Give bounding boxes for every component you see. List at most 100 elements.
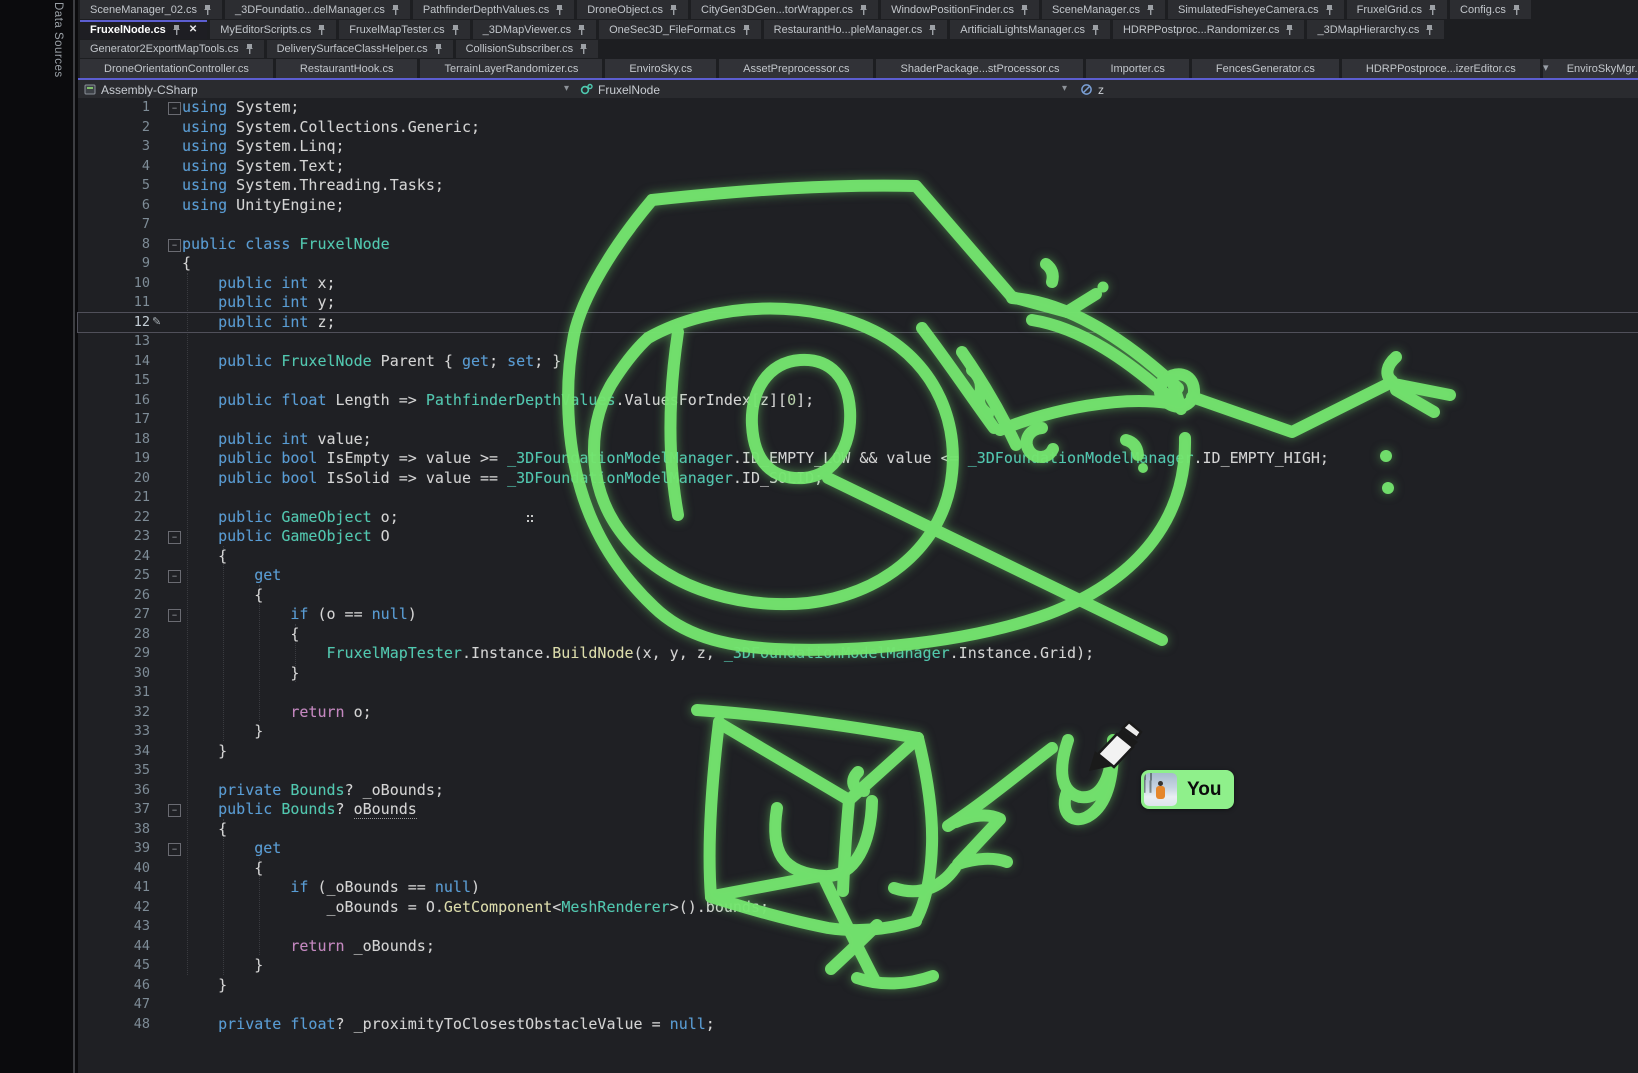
fold-collapse-icon[interactable]: − bbox=[168, 531, 181, 544]
line-number[interactable]: 8 bbox=[78, 235, 150, 255]
code-line-31[interactable]: 31 bbox=[78, 683, 1638, 703]
line-number[interactable]: 23 bbox=[78, 527, 150, 547]
code-line-42[interactable]: 42 _oBounds = O.GetComponent<MeshRendere… bbox=[78, 898, 1638, 918]
line-number[interactable]: 42 bbox=[78, 898, 150, 918]
code-line-23[interactable]: 23− public GameObject O bbox=[78, 527, 1638, 547]
tab-scenemanager-cs[interactable]: SceneManager.cs bbox=[1042, 0, 1165, 19]
line-number[interactable]: 33 bbox=[78, 722, 150, 742]
project-dropdown-caret[interactable]: ▾ bbox=[564, 83, 569, 94]
pin-icon[interactable] bbox=[451, 24, 460, 36]
line-number[interactable]: 45 bbox=[78, 956, 150, 976]
tab-overflow-button[interactable]: ▾ bbox=[1543, 61, 1549, 74]
line-number[interactable]: 25 bbox=[78, 566, 150, 586]
pin-icon[interactable] bbox=[172, 24, 181, 36]
code-line-45[interactable]: 45 } bbox=[78, 956, 1638, 976]
pin-icon[interactable] bbox=[434, 43, 443, 55]
line-number[interactable]: 7 bbox=[78, 215, 150, 235]
tab-citygen3dgen-torwrapper-cs[interactable]: CityGen3DGen...torWrapper.cs bbox=[691, 0, 878, 19]
line-number[interactable]: 20 bbox=[78, 469, 150, 489]
fold-collapse-icon[interactable]: − bbox=[168, 239, 181, 252]
tab-pathfinderdepthvalues-cs[interactable]: PathfinderDepthValues.cs bbox=[413, 0, 574, 19]
code-line-30[interactable]: 30 } bbox=[78, 664, 1638, 684]
code-line-13[interactable]: 13 bbox=[78, 332, 1638, 352]
tab-collisionsubscriber-cs[interactable]: CollisionSubscriber.cs bbox=[456, 40, 599, 58]
pin-icon[interactable] bbox=[669, 4, 678, 16]
line-number[interactable]: 15 bbox=[78, 371, 150, 391]
line-number[interactable]: 29 bbox=[78, 644, 150, 664]
fold-collapse-icon[interactable]: − bbox=[168, 570, 181, 583]
line-number[interactable]: 34 bbox=[78, 742, 150, 762]
code-line-43[interactable]: 43 bbox=[78, 917, 1638, 937]
code-line-16[interactable]: 16 public float Length => PathfinderDept… bbox=[78, 391, 1638, 411]
tab-terrainlayerrandomizer-cs[interactable]: TerrainLayerRandomizer.cs bbox=[420, 59, 602, 78]
code-line-5[interactable]: 5using System.Threading.Tasks; bbox=[78, 176, 1638, 196]
line-number[interactable]: 27 bbox=[78, 605, 150, 625]
code-line-3[interactable]: 3using System.Linq; bbox=[78, 137, 1638, 157]
line-number[interactable]: 48 bbox=[78, 1015, 150, 1035]
code-line-32[interactable]: 32 return o; bbox=[78, 703, 1638, 723]
code-line-10[interactable]: 10 public int x; bbox=[78, 274, 1638, 294]
code-line-36[interactable]: 36 private Bounds? _oBounds; bbox=[78, 781, 1638, 801]
pin-icon[interactable] bbox=[555, 4, 564, 16]
line-number[interactable]: 36 bbox=[78, 781, 150, 801]
code-line-21[interactable]: 21 bbox=[78, 488, 1638, 508]
pin-icon[interactable] bbox=[203, 4, 212, 16]
tab-simulatedfisheyecamera-cs[interactable]: SimulatedFisheyeCamera.cs bbox=[1168, 0, 1344, 19]
pin-icon[interactable] bbox=[859, 4, 868, 16]
line-number[interactable]: 10 bbox=[78, 274, 150, 294]
line-number[interactable]: 21 bbox=[78, 488, 150, 508]
code-line-33[interactable]: 33 } bbox=[78, 722, 1638, 742]
line-number[interactable]: 47 bbox=[78, 995, 150, 1015]
line-number[interactable]: 2 bbox=[78, 118, 150, 138]
code-line-41[interactable]: 41 if (_oBounds == null) bbox=[78, 878, 1638, 898]
code-line-44[interactable]: 44 return _oBounds; bbox=[78, 937, 1638, 957]
tab-fruxelgrid-cs[interactable]: FruxelGrid.cs bbox=[1347, 0, 1447, 19]
close-icon[interactable]: ✕ bbox=[189, 24, 197, 35]
tab-config-cs[interactable]: Config.cs bbox=[1450, 0, 1531, 19]
pin-icon[interactable] bbox=[577, 24, 586, 36]
line-number[interactable]: 24 bbox=[78, 547, 150, 567]
pin-icon[interactable] bbox=[1425, 24, 1434, 36]
line-number[interactable]: 16 bbox=[78, 391, 150, 411]
line-number[interactable]: 31 bbox=[78, 683, 150, 703]
code-line-12[interactable]: 12✎ public int z; bbox=[78, 313, 1638, 333]
fold-collapse-icon[interactable]: − bbox=[168, 609, 181, 622]
pin-icon[interactable] bbox=[245, 43, 254, 55]
pin-icon[interactable] bbox=[1428, 4, 1437, 16]
pin-icon[interactable] bbox=[579, 43, 588, 55]
pin-icon[interactable] bbox=[317, 24, 326, 36]
tab--3dmaphierarchy-cs[interactable]: _3DMapHierarchy.cs bbox=[1307, 20, 1444, 39]
tab-enviroskymgr-cs[interactable]: EnviroSkyMgr.cs bbox=[1543, 59, 1638, 78]
code-line-48[interactable]: 48 private float? _proximityToClosestObs… bbox=[78, 1015, 1638, 1035]
code-line-8[interactable]: 8−public class FruxelNode bbox=[78, 235, 1638, 255]
line-number[interactable]: 30 bbox=[78, 664, 150, 684]
line-number[interactable]: 43 bbox=[78, 917, 150, 937]
pin-icon[interactable] bbox=[1325, 4, 1334, 16]
tab--3dmapviewer-cs[interactable]: _3DMapViewer.cs bbox=[473, 20, 596, 39]
project-dropdown[interactable]: Assembly-CSharp bbox=[101, 83, 198, 97]
type-dropdown-caret[interactable]: ▾ bbox=[1062, 83, 1067, 94]
tab-droneorientationcontroller-cs[interactable]: DroneOrientationController.cs bbox=[80, 59, 273, 78]
line-number[interactable]: 17 bbox=[78, 410, 150, 430]
tab-deliverysurfaceclasshelper-cs[interactable]: DeliverySurfaceClassHelper.cs bbox=[267, 40, 453, 58]
code-line-1[interactable]: 1−using System; bbox=[78, 98, 1638, 118]
fold-collapse-icon[interactable]: − bbox=[168, 843, 181, 856]
line-number[interactable]: 40 bbox=[78, 859, 150, 879]
code-line-35[interactable]: 35 bbox=[78, 761, 1638, 781]
tab-shaderpackage-stprocessor-cs[interactable]: ShaderPackage...stProcessor.cs bbox=[876, 59, 1083, 78]
line-number[interactable]: 4 bbox=[78, 157, 150, 177]
line-number[interactable]: 26 bbox=[78, 586, 150, 606]
tab-hdrppostproc-randomizer-cs[interactable]: HDRPPostproc...Randomizer.cs bbox=[1113, 20, 1305, 39]
tab-envirosky-cs[interactable]: EnviroSky.cs bbox=[605, 59, 716, 78]
line-number[interactable]: 6 bbox=[78, 196, 150, 216]
line-number[interactable]: 35 bbox=[78, 761, 150, 781]
tab-windowpositionfinder-cs[interactable]: WindowPositionFinder.cs bbox=[881, 0, 1039, 19]
code-editor[interactable]: 1−using System;2using System.Collections… bbox=[78, 98, 1638, 1073]
code-line-15[interactable]: 15 bbox=[78, 371, 1638, 391]
pin-icon[interactable] bbox=[742, 24, 751, 36]
pin-icon[interactable] bbox=[1285, 24, 1294, 36]
line-number[interactable]: 9 bbox=[78, 254, 150, 274]
code-line-4[interactable]: 4using System.Text; bbox=[78, 157, 1638, 177]
tab--3dfoundatio-delmanager-cs[interactable]: _3DFoundatio...delManager.cs bbox=[225, 0, 410, 19]
pin-icon[interactable] bbox=[1091, 24, 1100, 36]
